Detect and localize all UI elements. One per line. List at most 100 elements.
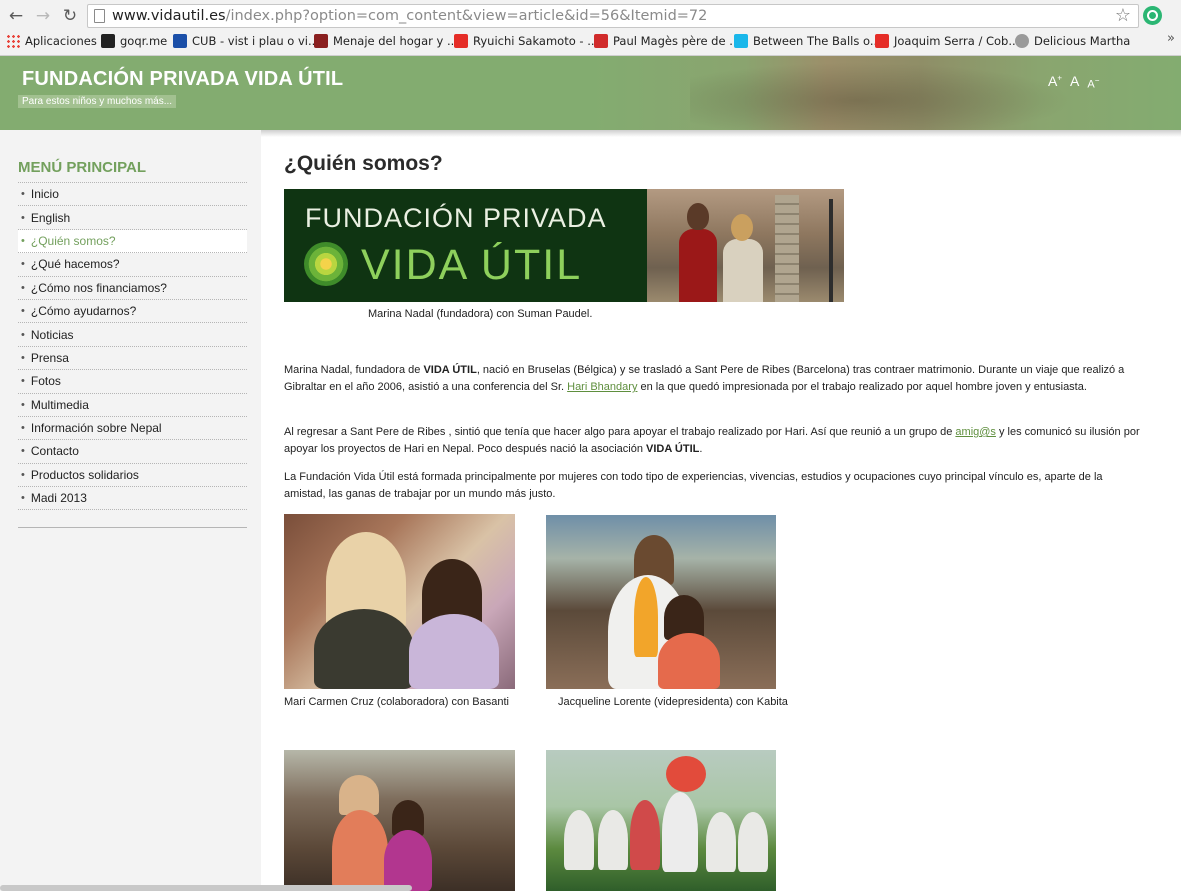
address-bar[interactable]: www.vidautil.es/index.php?option=com_con… xyxy=(87,4,1139,28)
url-host: www.vidautil.es xyxy=(112,8,226,24)
font-size-controls: A+ A A− xyxy=(1048,73,1099,91)
bookmark-label: Ryuichi Sakamoto - ... xyxy=(473,34,599,48)
photo-jacqueline-kabita xyxy=(546,515,776,689)
bookmark-apps[interactable]: Aplicaciones xyxy=(6,34,97,48)
menu-item-como-nos-financiamos[interactable]: ¿Cómo nos financiamos? xyxy=(18,277,247,300)
photo-person xyxy=(738,812,768,872)
page-icon xyxy=(94,9,105,23)
more-bookmarks-icon[interactable]: » xyxy=(1167,31,1175,46)
menu-title: MENÚ PRINCIPAL xyxy=(18,159,147,176)
bookmark-label: Menaje del hogar y ... xyxy=(333,34,458,48)
photo-person xyxy=(332,810,388,891)
menu-item-contacto[interactable]: Contacto xyxy=(18,440,247,464)
horizontal-scrollbar[interactable] xyxy=(0,885,412,891)
menu-item-inicio[interactable]: Inicio xyxy=(18,183,247,207)
browser-chrome: ← → ↻ www.vidautil.es/index.php?option=c… xyxy=(0,0,1181,56)
intro-paragraph: Marina Nadal, fundadora de VIDA ÚTIL, na… xyxy=(284,364,1125,393)
bookmark-label: Paul Magès père de ... xyxy=(613,34,741,48)
bookmark-label: Joaquim Serra / Cob... xyxy=(894,34,1020,48)
vimeo-icon xyxy=(734,34,748,48)
menu-item-que-hacemos[interactable]: ¿Qué hacemos? xyxy=(18,253,247,277)
bookmark-goqr[interactable]: goqr.me xyxy=(101,34,167,48)
bookmarks-bar: Aplicaciones goqr.me CUB - vist i plau o… xyxy=(0,31,1181,53)
menu-item-quien-somos[interactable]: ¿Quién somos? xyxy=(18,229,247,254)
bookmark-label: Delicious Martha xyxy=(1034,34,1131,48)
bookmark-label: CUB - vist i plau o vi... xyxy=(192,34,319,48)
menu-item-prensa[interactable]: Prensa xyxy=(18,347,247,371)
photo-wall xyxy=(775,195,799,302)
banner-line2: VIDA ÚTIL xyxy=(361,241,583,289)
menu-item-english[interactable]: English xyxy=(18,206,247,230)
photo-person xyxy=(731,214,753,241)
photo-person xyxy=(658,633,720,689)
second-paragraph: Al regresar a Sant Pere de Ribes , sinti… xyxy=(284,426,1140,455)
photo-person xyxy=(662,792,698,872)
header-shadow xyxy=(261,130,1181,137)
youtube-icon xyxy=(875,34,889,48)
photo-person xyxy=(384,830,432,891)
main-menu: Inicio English ¿Quién somos? ¿Qué hacemo… xyxy=(18,182,247,511)
menu-item-noticias[interactable]: Noticias xyxy=(18,323,247,347)
reload-icon[interactable]: ↻ xyxy=(59,5,81,27)
apps-grid-icon xyxy=(6,34,20,48)
bookmark-label: Between The Balls o... xyxy=(753,34,881,48)
photo-person xyxy=(706,812,736,872)
photo-person xyxy=(564,810,594,870)
photo-person xyxy=(339,775,379,815)
site-tagline: Para estos niños y muchos más... xyxy=(18,95,177,108)
bookmark-menaje[interactable]: Menaje del hogar y ... xyxy=(314,34,458,48)
photo-person xyxy=(630,800,660,870)
foundation-banner: FUNDACIÓN PRIVADA VIDA ÚTIL xyxy=(284,189,844,302)
bookmark-cub[interactable]: CUB - vist i plau o vi... xyxy=(173,34,319,48)
extension-icon[interactable] xyxy=(1143,6,1162,25)
bookmark-star-icon[interactable]: ☆ xyxy=(1115,5,1131,26)
site-favicon-icon xyxy=(314,34,328,48)
menu-item-fotos[interactable]: Fotos xyxy=(18,370,247,394)
font-reset-button[interactable]: A xyxy=(1070,73,1079,91)
url-path: /index.php?option=com_content&view=artic… xyxy=(225,8,708,24)
photo-person xyxy=(314,609,414,689)
bookmark-delicious-martha[interactable]: Delicious Martha xyxy=(1015,34,1130,48)
banner-caption: Marina Nadal (fundadora) con Suman Paude… xyxy=(368,308,593,320)
photo-person xyxy=(679,229,717,302)
bookmark-joaquim-serra[interactable]: Joaquim Serra / Cob... xyxy=(875,34,1019,48)
bookmark-ryuichi[interactable]: Ryuichi Sakamoto - ... xyxy=(454,34,598,48)
youtube-icon xyxy=(454,34,468,48)
forward-arrow-icon[interactable]: → xyxy=(32,5,54,27)
bookmark-between-the-balls[interactable]: Between The Balls o... xyxy=(734,34,881,48)
back-arrow-icon[interactable]: ← xyxy=(5,5,27,27)
font-bigger-button[interactable]: A+ xyxy=(1048,73,1062,91)
hari-bhandary-link[interactable]: Hari Bhandary xyxy=(567,381,637,393)
bookmark-label: Aplicaciones xyxy=(25,34,97,48)
site-title[interactable]: FUNDACIÓN PRIVADA VIDA ÚTIL xyxy=(22,68,343,91)
globe-icon xyxy=(1015,34,1029,48)
third-paragraph: La Fundación Vida Útil está formada prin… xyxy=(284,471,1103,500)
photo-classroom xyxy=(546,750,776,891)
photo-garland xyxy=(634,577,658,657)
photo-group-3 xyxy=(284,750,515,891)
qr-icon xyxy=(101,34,115,48)
page-title: ¿Quién somos? xyxy=(284,152,443,175)
photo-person xyxy=(687,203,709,230)
site-header: FUNDACIÓN PRIVADA VIDA ÚTIL Para estos n… xyxy=(0,56,1181,130)
photo-lamp-post xyxy=(829,199,833,302)
font-smaller-button[interactable]: A− xyxy=(1087,73,1099,91)
sidebar: MENÚ PRINCIPAL Inicio English ¿Quién som… xyxy=(0,130,261,891)
cube-icon xyxy=(173,34,187,48)
photo-person xyxy=(723,239,763,302)
menu-item-como-ayudarnos[interactable]: ¿Cómo ayudarnos? xyxy=(18,300,247,324)
photo-person xyxy=(409,614,499,689)
photo-flower-mural xyxy=(666,756,706,792)
bookmark-paul-mages[interactable]: Paul Magès père de ... xyxy=(594,34,740,48)
menu-item-productos-solidarios[interactable]: Productos solidarios xyxy=(18,464,247,488)
photo-caption-1: Mari Carmen Cruz (colaboradora) con Basa… xyxy=(284,696,509,708)
url-text: www.vidautil.es/index.php?option=com_con… xyxy=(112,8,707,24)
photo-caption-2: Jacqueline Lorente (videpresidenta) con … xyxy=(558,696,788,708)
menu-item-informacion-nepal[interactable]: Información sobre Nepal xyxy=(18,417,247,441)
bookmark-label: goqr.me xyxy=(120,34,168,48)
menu-item-madi-2013[interactable]: Madi 2013 xyxy=(18,487,247,511)
menu-item-multimedia[interactable]: Multimedia xyxy=(18,394,247,417)
amigos-link[interactable]: amig@s xyxy=(955,426,996,438)
sidebar-divider xyxy=(18,527,247,528)
photo-person xyxy=(598,810,628,870)
